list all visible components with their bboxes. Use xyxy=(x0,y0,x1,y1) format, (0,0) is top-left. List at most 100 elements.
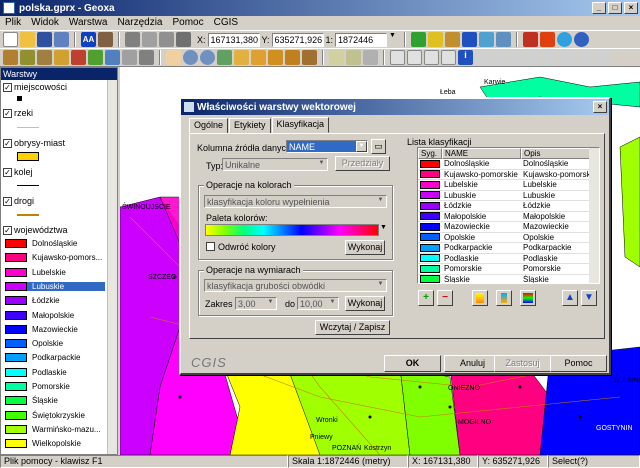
move-down-icon[interactable]: ▼ xyxy=(581,290,597,306)
layer-open-icon[interactable] xyxy=(20,50,35,65)
menu-pomoc[interactable]: Pomoc xyxy=(167,16,208,30)
measure-icon[interactable] xyxy=(445,32,461,47)
class-symbol[interactable] xyxy=(418,201,442,211)
legend-item[interactable]: Kujawsko-pomors... xyxy=(5,253,105,263)
layer-item[interactable]: ✓ obrysy-miast xyxy=(3,138,65,148)
layer-up-icon[interactable] xyxy=(88,50,103,65)
column-header-name[interactable]: NAME xyxy=(442,148,521,159)
colors-operation-select[interactable]: klasyfikacja koloru wypełnienia ▼ xyxy=(204,195,387,208)
y-coordinate-field[interactable]: 635271,926 xyxy=(271,32,324,47)
layer-props-icon[interactable] xyxy=(37,50,52,65)
chevron-down-icon[interactable]: ▼ xyxy=(356,141,367,152)
table-row[interactable]: Lubuskie Lubuskie xyxy=(418,191,599,201)
type-select[interactable]: Unikalne ▼ xyxy=(222,158,328,171)
dialog-close-button[interactable]: × xyxy=(593,101,607,113)
save-icon[interactable] xyxy=(37,32,52,47)
export-icon[interactable] xyxy=(176,32,191,47)
fill-color-icon[interactable] xyxy=(472,290,488,306)
layer-checkbox[interactable]: ✓ xyxy=(3,82,12,92)
symbol-icon[interactable] xyxy=(496,290,512,306)
intervals-button[interactable]: Przedziały xyxy=(335,156,390,171)
zoom-in-icon[interactable] xyxy=(183,50,198,65)
legend-item[interactable]: Podkarpackie xyxy=(5,353,105,363)
palette-icon[interactable] xyxy=(520,290,536,306)
info-icon[interactable]: i xyxy=(458,50,473,65)
layer-delete-icon[interactable] xyxy=(71,50,86,65)
zoom-layer-icon[interactable] xyxy=(234,50,249,65)
bookmark-icon[interactable] xyxy=(302,50,317,65)
chevron-down-icon[interactable]: ▼ xyxy=(380,224,387,231)
print-preview-icon[interactable] xyxy=(142,32,157,47)
column-header-symbol[interactable]: Syg. xyxy=(418,148,442,159)
layer-item[interactable]: ✓ drogi xyxy=(3,196,34,206)
open-folder-icon[interactable] xyxy=(20,32,35,47)
invert-selection-icon[interactable] xyxy=(509,50,524,65)
zoom-next-icon[interactable] xyxy=(285,50,300,65)
dimensions-operation-select[interactable]: klasyfikacja grubości obwódki ▼ xyxy=(204,279,387,292)
zoom-selection-icon[interactable] xyxy=(251,50,266,65)
select-all-icon[interactable] xyxy=(526,50,541,65)
menu-plik[interactable]: Plik xyxy=(0,16,26,30)
table-row[interactable]: Podkarpackie Podkarpackie xyxy=(418,243,599,254)
legend-item[interactable]: Warmińsko-mazu... xyxy=(5,424,105,434)
layers-scrollbar[interactable] xyxy=(107,80,117,454)
table-row[interactable]: Łódzkie Łódzkie xyxy=(418,201,599,212)
help-icon[interactable] xyxy=(574,32,590,47)
add-vertex-icon[interactable] xyxy=(560,50,575,65)
legend-item[interactable]: Mazowieckie xyxy=(5,324,105,334)
select-poly-icon[interactable] xyxy=(424,50,439,65)
layer-checkbox[interactable]: ✓ xyxy=(3,225,12,235)
class-symbol[interactable] xyxy=(418,274,442,283)
menu-widok[interactable]: Widok xyxy=(26,16,64,30)
class-symbol[interactable] xyxy=(418,211,442,221)
class-symbol[interactable] xyxy=(418,243,442,253)
globe-icon[interactable] xyxy=(557,32,573,47)
tab-labels[interactable]: Etykiety xyxy=(229,118,271,134)
layer-checkbox[interactable]: ✓ xyxy=(3,108,12,118)
move-icon[interactable] xyxy=(594,50,609,65)
help-button[interactable]: Pomoc xyxy=(550,355,607,372)
query-icon[interactable] xyxy=(462,32,478,47)
select-point-icon[interactable] xyxy=(390,50,405,65)
chevron-down-icon[interactable]: ▼ xyxy=(327,298,338,309)
text-style-icon[interactable]: AA xyxy=(81,32,96,47)
book-icon[interactable] xyxy=(98,32,113,47)
legend-item[interactable]: Wielkopolskie xyxy=(5,439,105,449)
class-symbol[interactable] xyxy=(418,180,442,190)
pan-hand-icon[interactable] xyxy=(166,50,181,65)
legend-item[interactable]: Świętokrzyskie xyxy=(5,410,105,420)
delete-vertex-icon[interactable] xyxy=(577,50,592,65)
legend-item[interactable]: Pomorskie xyxy=(5,382,105,391)
measure-distance-icon[interactable] xyxy=(329,50,344,65)
class-symbol[interactable] xyxy=(418,232,442,242)
maximize-button[interactable]: □ xyxy=(608,2,622,14)
class-symbol[interactable] xyxy=(418,253,442,263)
layer-new-icon[interactable] xyxy=(3,50,18,65)
legend-item[interactable]: Lubelskie xyxy=(5,267,105,277)
house-icon[interactable] xyxy=(496,32,512,47)
chevron-down-icon[interactable]: ▼ xyxy=(375,196,386,207)
table-row[interactable]: Lubelskie Lubelskie xyxy=(418,180,599,191)
layer-item[interactable]: ✓ kolej xyxy=(3,167,33,177)
close-button[interactable]: × xyxy=(624,2,638,14)
classification-scrollbar[interactable] xyxy=(589,148,599,283)
scale-field[interactable]: 1872446 xyxy=(335,32,388,47)
lock-icon[interactable] xyxy=(428,32,444,47)
table-row[interactable]: Podlaskie Podlaskie xyxy=(418,253,599,264)
scale-dropdown-icon[interactable]: ▼ xyxy=(389,32,399,47)
table-row[interactable]: Pomorskie Pomorskie xyxy=(418,264,599,275)
layer-ungroup-icon[interactable] xyxy=(139,50,154,65)
legend-item[interactable]: Lubuskie xyxy=(5,281,105,291)
save-as-icon[interactable] xyxy=(54,32,69,47)
minimize-button[interactable]: _ xyxy=(592,2,606,14)
select-rect-icon[interactable] xyxy=(407,50,422,65)
legend-item[interactable]: Małopolskie xyxy=(5,310,105,320)
legend-item[interactable]: Opolskie xyxy=(5,339,105,349)
move-up-icon[interactable]: ▲ xyxy=(562,290,578,306)
layer-group-icon[interactable] xyxy=(122,50,137,65)
execute-colors-button[interactable]: Wykonaj xyxy=(345,240,385,255)
chevron-down-icon[interactable]: ▼ xyxy=(316,159,327,170)
table-row[interactable]: Małopolskie Małopolskie xyxy=(418,211,599,222)
layer-checkbox[interactable]: ✓ xyxy=(3,196,12,206)
edit-vertex-icon[interactable] xyxy=(543,50,558,65)
